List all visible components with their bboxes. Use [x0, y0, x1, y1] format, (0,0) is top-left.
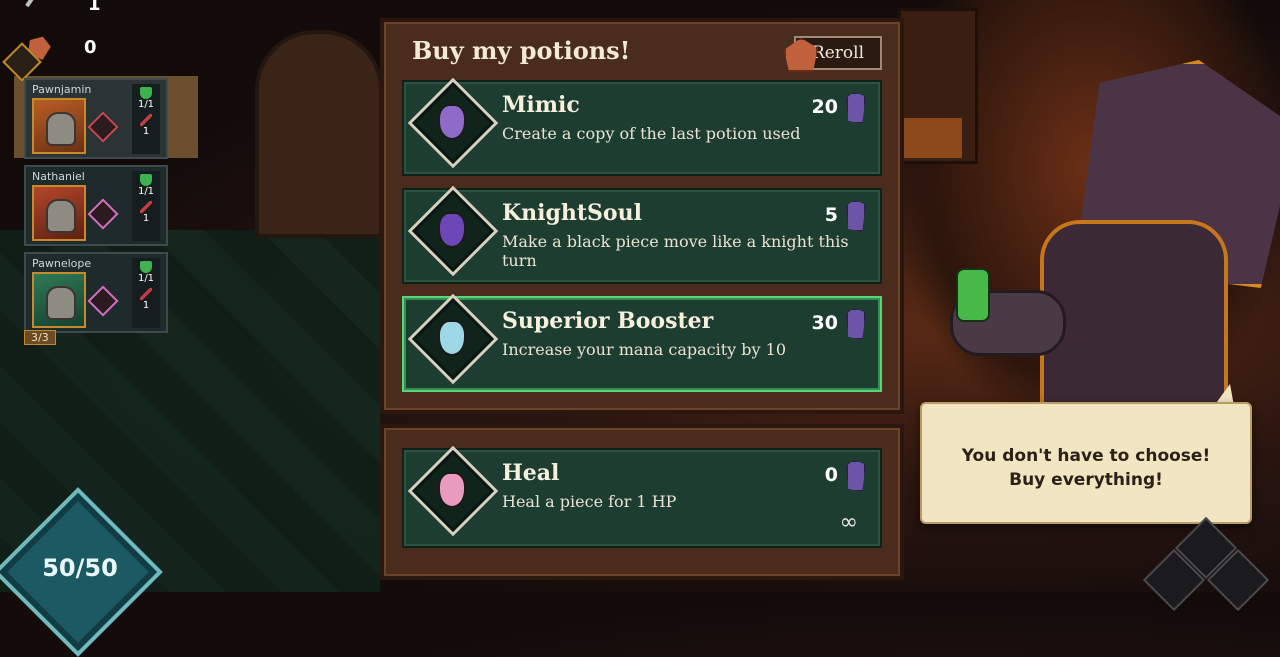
gem-count: 0: [84, 36, 97, 58]
shop-item-knightsoul[interactable]: KnightSoul Make a black piece move like …: [402, 188, 882, 284]
shop-item-superior-booster[interactable]: Superior Booster Increase your mana capa…: [402, 296, 882, 392]
crystal-icon: [846, 92, 866, 124]
item-name: Superior Booster: [502, 308, 714, 334]
unit-name: Nathaniel: [32, 170, 85, 183]
speech-text: You don't have to choose! Buy everything…: [922, 444, 1250, 492]
heal-panel: Heal Heal a piece for 1 HP 0 ∞: [380, 424, 904, 580]
item-description: Make a black piece move like a knight th…: [502, 232, 849, 270]
shield-icon: [140, 261, 152, 273]
potion-shop-panel: Buy my potions! Reroll Mimic Create a co…: [380, 18, 904, 414]
horse-knight-icon: [46, 199, 76, 233]
item-description: Increase your mana capacity by 10: [502, 340, 786, 359]
shop-title: Buy my potions!: [412, 36, 631, 65]
green-potion-icon: [956, 268, 990, 322]
shop-item-mimic[interactable]: Mimic Create a copy of the last potion u…: [402, 80, 882, 176]
item-price: 30: [811, 312, 838, 334]
magic-badge-icon: [87, 285, 119, 317]
unit-portrait: [32, 185, 86, 241]
mana-value: 50/50: [42, 554, 118, 582]
unit-hp: 1/1: [137, 186, 155, 197]
knight-helmet-icon: [46, 286, 76, 320]
sword-icon: [140, 288, 152, 300]
unit-card-nathaniel[interactable]: Nathaniel 1/1 1: [24, 165, 168, 246]
sword-count: 1: [88, 0, 101, 15]
background-window: [902, 118, 962, 158]
unit-stats: 1/1 1: [132, 258, 160, 328]
knightsoul-potion-icon: [438, 212, 466, 248]
unit-stats: 1/1 1: [132, 84, 160, 154]
item-description: Heal a piece for 1 HP: [502, 492, 677, 511]
unit-hp: 1/1: [137, 99, 155, 110]
merchant-body: [1040, 220, 1228, 418]
attack-badge-icon: [87, 111, 119, 143]
unit-name: Pawnelope: [32, 257, 92, 270]
sword-icon: [140, 114, 152, 126]
heal-potion-icon: [438, 472, 466, 508]
item-price: 0: [824, 464, 838, 486]
reroll-button[interactable]: Reroll: [784, 36, 882, 72]
unit-portrait: [32, 98, 86, 154]
unit-card-pawnelope[interactable]: Pawnelope 1/1 1: [24, 252, 168, 333]
booster-potion-icon: [438, 320, 466, 356]
item-name: KnightSoul: [502, 200, 642, 226]
reroll-label: Reroll: [811, 43, 865, 63]
unit-portrait: [32, 272, 86, 328]
item-description: Create a copy of the last potion used: [502, 124, 801, 143]
unit-name: Pawnjamin: [32, 83, 92, 96]
knight-badge-icon: [87, 198, 119, 230]
unit-hp: 1/1: [137, 273, 155, 284]
party-panel: Pawnjamin 1/1 1 Nathaniel 1/1 1 Pawnelop…: [2, 42, 198, 345]
party-count: 3/3: [24, 330, 56, 345]
sword-icon: [25, 0, 57, 20]
crystal-icon: [846, 200, 866, 232]
crystal-icon: [846, 308, 866, 340]
speech-line-2: Buy everything!: [1009, 470, 1163, 490]
unit-card-pawnjamin[interactable]: Pawnjamin 1/1 1: [14, 76, 198, 159]
shield-icon: [140, 87, 152, 99]
stock-infinity: ∞: [839, 510, 858, 535]
item-name: Heal: [502, 460, 560, 486]
unit-attack: 1: [142, 300, 150, 311]
sword-counter: 1: [25, 0, 101, 20]
unit-attack: 1: [142, 126, 150, 137]
shield-icon: [140, 174, 152, 186]
item-name: Mimic: [502, 92, 580, 118]
mimic-potion-icon: [438, 104, 466, 140]
gem-counter: 0: [28, 36, 97, 58]
merchant-speech-bubble: You don't have to choose! Buy everything…: [920, 402, 1252, 524]
speech-line-1: You don't have to choose!: [961, 446, 1211, 466]
knight-helmet-icon: [46, 112, 76, 146]
shop-item-heal[interactable]: Heal Heal a piece for 1 HP 0 ∞: [402, 448, 882, 548]
crystal-icon: [846, 460, 866, 492]
item-price: 5: [824, 204, 838, 226]
background-door: [255, 30, 383, 238]
item-price: 20: [811, 96, 838, 118]
unit-stats: 1/1 1: [132, 171, 160, 241]
sword-icon: [140, 201, 152, 213]
unit-attack: 1: [142, 213, 150, 224]
